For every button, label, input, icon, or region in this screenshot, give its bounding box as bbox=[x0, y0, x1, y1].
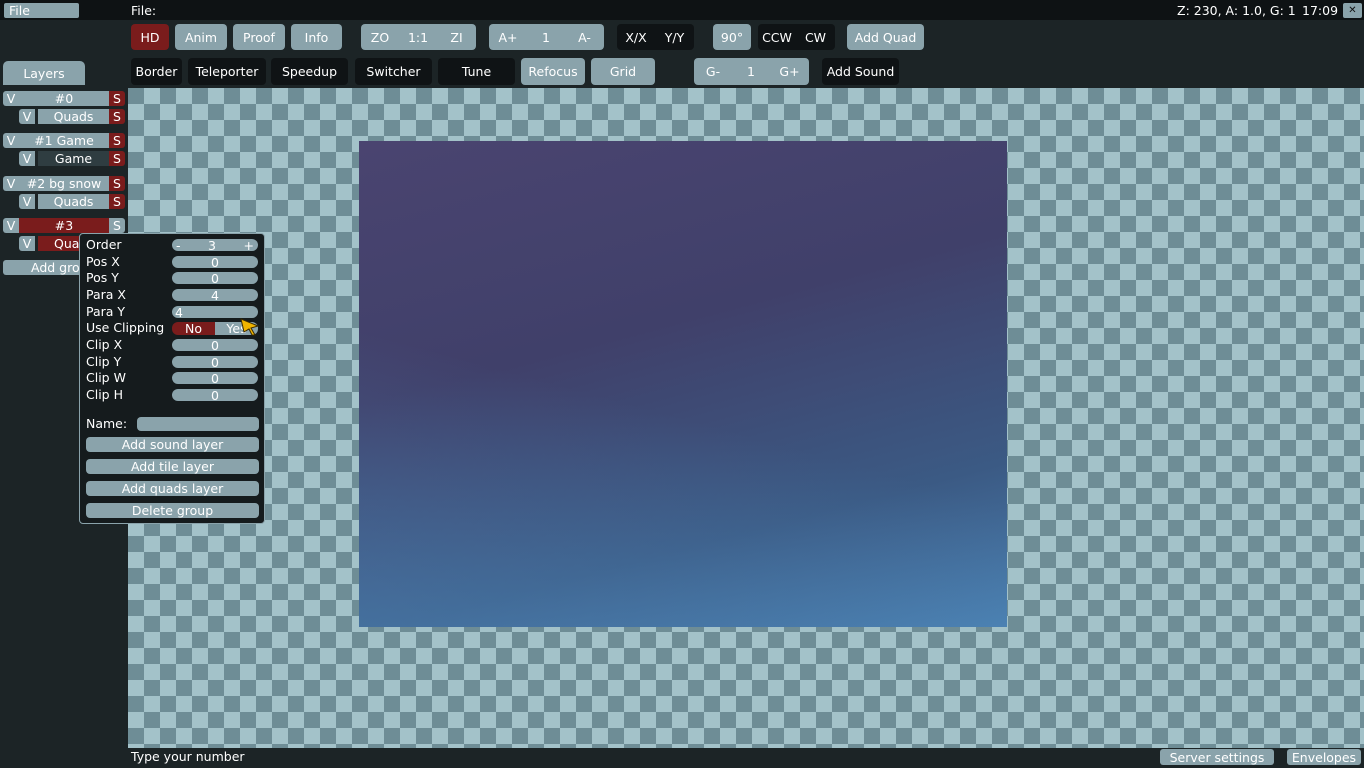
quad-gradient bbox=[359, 141, 1007, 627]
layer-solo-toggle[interactable]: S bbox=[109, 194, 125, 209]
rotate-ccw-button[interactable]: CCW bbox=[758, 24, 796, 50]
delete-group-button[interactable]: Delete group bbox=[86, 503, 259, 518]
speedup-button[interactable]: Speedup bbox=[271, 58, 348, 85]
hd-button[interactable]: HD bbox=[131, 24, 169, 50]
name-label: Name: bbox=[86, 416, 128, 431]
rotate-90-button[interactable]: 90° bbox=[713, 24, 751, 50]
pos-x-field[interactable]: 0 bbox=[172, 255, 258, 270]
border-button[interactable]: Border bbox=[131, 58, 182, 85]
layer-item[interactable]: Quads bbox=[38, 194, 109, 209]
layer-visible-toggle[interactable]: V bbox=[19, 194, 35, 209]
group-solo-toggle[interactable]: S bbox=[109, 133, 125, 148]
layer-item[interactable]: Quads bbox=[38, 109, 109, 124]
flip-x-button[interactable]: X/X bbox=[617, 24, 655, 50]
clock: 17:09 bbox=[1302, 3, 1339, 18]
anim-faster-button[interactable]: A+ bbox=[489, 24, 527, 50]
flip-group: X/X Y/Y bbox=[617, 24, 694, 50]
para-x-field[interactable]: 4 bbox=[172, 288, 258, 303]
zoom-reset-button[interactable]: 1:1 bbox=[399, 24, 437, 50]
grid-smaller-button[interactable]: G- bbox=[694, 58, 732, 85]
para-y-label: Para Y bbox=[86, 304, 126, 319]
clip-y-field[interactable]: 0 bbox=[172, 355, 258, 370]
name-field[interactable] bbox=[137, 417, 259, 431]
layer-solo-toggle[interactable]: S bbox=[109, 151, 125, 166]
add-quad-button[interactable]: Add Quad bbox=[847, 24, 924, 50]
layer-visible-toggle[interactable]: V bbox=[19, 236, 35, 251]
status-hint: Type your number bbox=[131, 749, 245, 764]
group-item[interactable]: #0 bbox=[19, 91, 109, 106]
file-menu-button[interactable]: File bbox=[4, 3, 79, 18]
group-visible-toggle[interactable]: V bbox=[3, 218, 19, 233]
grid-bigger-button[interactable]: G+ bbox=[770, 58, 809, 85]
file-path-label: File: bbox=[131, 3, 157, 18]
refocus-button[interactable]: Refocus bbox=[521, 58, 585, 85]
envelopes-button[interactable]: Envelopes bbox=[1287, 749, 1361, 765]
add-quads-layer-button[interactable]: Add quads layer bbox=[86, 481, 259, 496]
zoom-out-button[interactable]: ZO bbox=[361, 24, 399, 50]
anim-speed-group: A+ 1 A- bbox=[489, 24, 604, 50]
clip-w-label: Clip W bbox=[86, 370, 126, 385]
pos-x-label: Pos X bbox=[86, 254, 120, 269]
server-settings-button[interactable]: Server settings bbox=[1160, 749, 1274, 765]
quad[interactable] bbox=[359, 141, 1007, 627]
para-y-field[interactable]: 4 bbox=[172, 305, 258, 320]
clip-x-label: Clip X bbox=[86, 337, 123, 352]
layer-item[interactable]: Game bbox=[38, 151, 109, 166]
use-clipping-label: Use Clipping bbox=[86, 320, 165, 335]
group-item[interactable]: #1 Game bbox=[19, 133, 109, 148]
rotate-cw-button[interactable]: CW bbox=[796, 24, 835, 50]
pos-y-label: Pos Y bbox=[86, 270, 119, 285]
order-stepper[interactable]: - 3 + bbox=[172, 237, 258, 253]
group-visible-toggle[interactable]: V bbox=[3, 133, 19, 148]
proof-button[interactable]: Proof bbox=[233, 24, 285, 50]
group-properties-popup: Order - 3 + Pos X 0 Pos Y 0 Para X 4 Par… bbox=[79, 233, 265, 524]
layer-visible-toggle[interactable]: V bbox=[19, 151, 35, 166]
teleporter-button[interactable]: Teleporter bbox=[188, 58, 266, 85]
group-item-selected[interactable]: #3 bbox=[19, 218, 109, 233]
clip-w-field[interactable]: 0 bbox=[172, 371, 258, 386]
close-button[interactable]: ✕ bbox=[1343, 3, 1362, 18]
para-x-label: Para X bbox=[86, 287, 126, 302]
add-sound-button[interactable]: Add Sound bbox=[822, 58, 899, 85]
order-label: Order bbox=[86, 237, 122, 252]
clip-x-field[interactable]: 0 bbox=[172, 338, 258, 353]
anim-button[interactable]: Anim bbox=[175, 24, 227, 50]
switcher-button[interactable]: Switcher bbox=[355, 58, 432, 85]
anim-slower-button[interactable]: A- bbox=[565, 24, 604, 50]
grid-factor-group: G- 1 G+ bbox=[694, 58, 809, 85]
layer-visible-toggle[interactable]: V bbox=[19, 109, 35, 124]
layer-solo-toggle[interactable]: S bbox=[109, 109, 125, 124]
order-increase-button[interactable]: + bbox=[244, 238, 254, 253]
clip-h-label: Clip H bbox=[86, 387, 123, 402]
grid-factor-value[interactable]: 1 bbox=[732, 58, 770, 85]
status-readout: Z: 230, A: 1.0, G: 1 bbox=[1177, 3, 1296, 18]
pointer-arrow-icon bbox=[240, 318, 260, 336]
close-icon: ✕ bbox=[1348, 5, 1357, 16]
flip-y-button[interactable]: Y/Y bbox=[655, 24, 694, 50]
group-visible-toggle[interactable]: V bbox=[3, 176, 19, 191]
grid-button[interactable]: Grid bbox=[591, 58, 655, 85]
tune-button[interactable]: Tune bbox=[438, 58, 515, 85]
order-decrease-button[interactable]: - bbox=[176, 238, 181, 253]
order-value: 3 bbox=[208, 237, 216, 253]
clip-no-button[interactable]: No bbox=[172, 321, 215, 336]
group-solo-toggle[interactable]: S bbox=[109, 91, 125, 106]
clip-y-label: Clip Y bbox=[86, 354, 122, 369]
group-solo-toggle[interactable]: S bbox=[109, 176, 125, 191]
info-button[interactable]: Info bbox=[291, 24, 342, 50]
add-tile-layer-button[interactable]: Add tile layer bbox=[86, 459, 259, 474]
group-visible-toggle[interactable]: V bbox=[3, 91, 19, 106]
menubar bbox=[0, 0, 1364, 20]
pos-y-field[interactable]: 0 bbox=[172, 271, 258, 286]
tab-layers[interactable]: Layers bbox=[3, 61, 85, 85]
anim-speed-value[interactable]: 1 bbox=[527, 24, 565, 50]
rotate-group: CCW CW bbox=[758, 24, 835, 50]
group-item[interactable]: #2 bg snow bbox=[19, 176, 109, 191]
zoom-group: ZO 1:1 ZI bbox=[361, 24, 476, 50]
group-solo-toggle[interactable]: S bbox=[109, 218, 125, 233]
add-sound-layer-button[interactable]: Add sound layer bbox=[86, 437, 259, 452]
zoom-in-button[interactable]: ZI bbox=[437, 24, 476, 50]
clip-h-field[interactable]: 0 bbox=[172, 388, 258, 403]
